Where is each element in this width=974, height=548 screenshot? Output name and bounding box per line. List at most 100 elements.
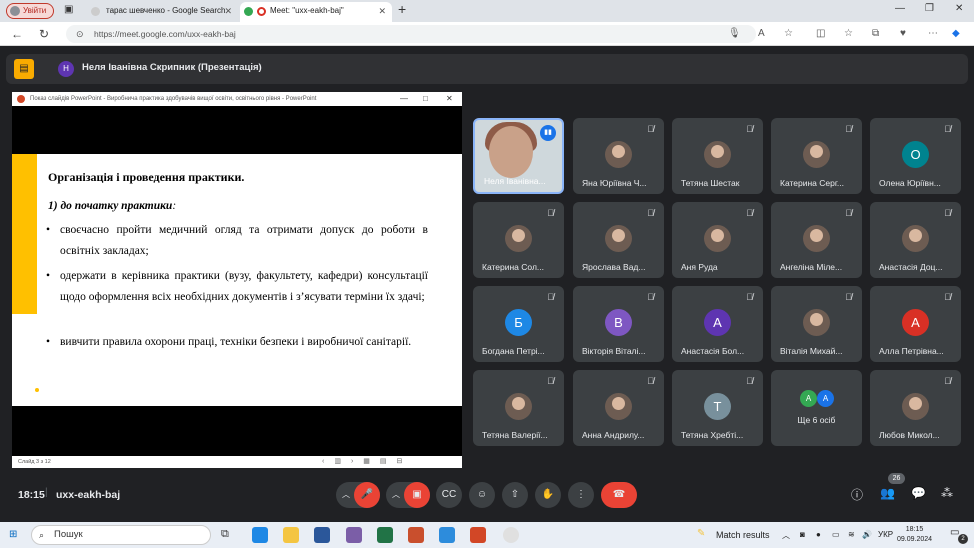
presenter-avatar: Н bbox=[58, 61, 74, 77]
profile-button[interactable]: Увійти bbox=[6, 3, 54, 19]
participant-tile[interactable]: 🎙̸ А Алла Петрівна... bbox=[870, 286, 961, 362]
clock[interactable]: 18:15 09.09.2024 bbox=[897, 525, 932, 545]
mic-muted-icon: 🎙̸ bbox=[845, 124, 852, 134]
word-app-icon[interactable] bbox=[314, 527, 330, 543]
chrome-app-icon[interactable] bbox=[503, 527, 519, 543]
ppt-close-icon[interactable]: ✕ bbox=[446, 92, 453, 106]
participant-tile[interactable]: 🎙̸ Ангеліна Міле... bbox=[771, 202, 862, 278]
participant-tile[interactable]: 🎙̸ Т Тетяна Хребті... bbox=[672, 370, 763, 446]
camera-control[interactable]: ︿ ▣ bbox=[386, 482, 430, 508]
language-indicator[interactable]: УКР bbox=[878, 530, 893, 539]
mic-muted-icon: 🎙̸ bbox=[746, 376, 753, 386]
powerpoint-app-icon[interactable] bbox=[470, 527, 486, 543]
battery-icon[interactable]: ▭ bbox=[832, 530, 840, 539]
ppt-minimize-icon[interactable]: — bbox=[400, 92, 408, 106]
chat-icon[interactable]: 💬 bbox=[911, 486, 926, 500]
leave-call-button[interactable]: ☎ bbox=[601, 482, 637, 508]
tab-meet[interactable]: Meet: "uxx-eakh-baj" ✕ bbox=[240, 2, 392, 22]
extensions-icon[interactable]: ♥ bbox=[900, 28, 906, 39]
close-window-icon[interactable]: ✕ bbox=[955, 3, 963, 14]
more-options-button[interactable]: ⋮ bbox=[568, 482, 594, 508]
mic-muted-icon: 🎙̸ bbox=[845, 292, 852, 302]
participant-tile[interactable]: 🎙̸ В Вікторія Віталі... bbox=[573, 286, 664, 362]
edge-active-app-icon[interactable] bbox=[439, 527, 455, 543]
participant-tile[interactable]: 🎙̸ Б Богдана Петрі... bbox=[473, 286, 564, 362]
chevron-up-icon[interactable]: ︿ bbox=[336, 482, 356, 508]
windows-start-icon[interactable]: ⊞ bbox=[9, 529, 21, 541]
participant-tile[interactable]: 🎙̸ Любов Микол... bbox=[870, 370, 961, 446]
taskbar-search[interactable]: ⌕ Пошук bbox=[31, 525, 211, 545]
reload-icon[interactable]: ↻ bbox=[39, 27, 49, 41]
raise-hand-button[interactable]: ✋ bbox=[535, 482, 561, 508]
meeting-details-icon[interactable]: ⓘ bbox=[851, 486, 863, 503]
close-tab-icon[interactable]: ✕ bbox=[378, 2, 386, 20]
collections-icon[interactable]: ⧉ bbox=[872, 28, 879, 39]
chevron-up-icon[interactable]: ︿ bbox=[386, 482, 406, 508]
people-icon[interactable]: 👥 bbox=[880, 486, 895, 500]
activities-icon[interactable]: ⁂ bbox=[941, 486, 953, 500]
emoji-button[interactable]: ☺ bbox=[469, 482, 495, 508]
mic-off-icon[interactable]: 🎤 bbox=[354, 482, 380, 508]
tab-google-search[interactable]: тарас шевченко - Google Search ✕ bbox=[86, 2, 238, 22]
site-info-icon[interactable]: ⊙ bbox=[76, 25, 84, 43]
excel-app-icon[interactable] bbox=[377, 527, 393, 543]
mic-muted-icon: 🎙̸ bbox=[746, 124, 753, 134]
tray-app-icon[interactable]: ● bbox=[816, 530, 821, 539]
tab-actions-icon[interactable]: ▣ bbox=[64, 4, 73, 15]
participant-name: Аня Руда bbox=[681, 262, 718, 272]
participant-tile[interactable]: 🎙̸ Анастасія Доц... bbox=[870, 202, 961, 278]
close-tab-icon[interactable]: ✕ bbox=[224, 2, 232, 20]
participant-tile[interactable]: 🎙̸ Віталія Михай... bbox=[771, 286, 862, 362]
mic-muted-icon: 🎙̸ bbox=[746, 292, 753, 302]
captions-button[interactable]: CC bbox=[436, 482, 462, 508]
mic-control[interactable]: ︿ 🎤 bbox=[336, 482, 380, 508]
back-icon[interactable]: ← bbox=[11, 27, 23, 41]
clock-time: 18:15 bbox=[905, 526, 924, 533]
mic-muted-icon: 🎙̸ bbox=[547, 292, 554, 302]
mic-muted-icon: 🎙̸ bbox=[746, 208, 753, 218]
participant-tile[interactable]: 🎙̸ Анна Андрилу... bbox=[573, 370, 664, 446]
participant-tile[interactable]: 🎙̸ О Олена Юріївн... bbox=[870, 118, 961, 194]
participant-name: Анастасія Доц... bbox=[879, 262, 943, 272]
participant-tile[interactable]: 🎙̸ Тетяна Валерії... bbox=[473, 370, 564, 446]
participant-tile[interactable]: 🎙̸ Тетяна Шестак bbox=[672, 118, 763, 194]
more-menu-icon[interactable]: ⋯ bbox=[928, 28, 938, 39]
viber-app-icon[interactable] bbox=[346, 527, 362, 543]
ppt-maximize-icon[interactable]: □ bbox=[423, 92, 428, 106]
minimize-icon[interactable]: — bbox=[895, 3, 905, 14]
task-view-icon[interactable]: ⧉ bbox=[221, 528, 229, 541]
microphone-icon[interactable]: 🎙 bbox=[728, 28, 741, 39]
participant-tile[interactable]: А А Ще 6 осіб bbox=[771, 370, 862, 446]
participant-tile[interactable]: 🎙̸ А Анастасія Бол... bbox=[672, 286, 763, 362]
participant-tile[interactable]: 🎙̸ Аня Руда bbox=[672, 202, 763, 278]
participant-tile[interactable]: 🎙̸ Ярослава Вад... bbox=[573, 202, 664, 278]
meeting-code: uxx-eakh-baj bbox=[56, 489, 121, 501]
participant-tile[interactable]: ▮▮ Неля Іванівна... bbox=[473, 118, 564, 194]
maximize-icon[interactable]: ❐ bbox=[925, 3, 934, 14]
participant-tile[interactable]: 🎙̸ Катерина Сол... bbox=[473, 202, 564, 278]
edge-app-icon[interactable] bbox=[252, 527, 268, 543]
slideshow-nav-icons[interactable]: ‹▥›▦▤⊟ bbox=[322, 456, 412, 468]
present-button[interactable]: ⇧ bbox=[502, 482, 528, 508]
split-screen-icon[interactable]: ◫ bbox=[816, 28, 825, 39]
participant-tile[interactable]: 🎙̸ Катерина Серг... bbox=[771, 118, 862, 194]
wifi-icon[interactable]: ≋ bbox=[848, 530, 855, 539]
file-explorer-icon[interactable] bbox=[283, 527, 299, 543]
participant-name: Віталія Михай... bbox=[780, 346, 843, 356]
address-field[interactable]: ⊙ https://meet.google.com/uxx-eakh-baj bbox=[66, 25, 756, 43]
match-results-label[interactable]: Match results bbox=[716, 530, 770, 540]
presentation-icon[interactable]: ▤ bbox=[14, 59, 34, 79]
winrar-app-icon[interactable] bbox=[408, 527, 424, 543]
favorite-star-icon[interactable]: ☆ bbox=[784, 28, 793, 39]
volume-icon[interactable]: 🔊 bbox=[862, 530, 872, 539]
presentation-bar: ▤ Н Неля Іванівна Скрипник (Презентація) bbox=[6, 54, 968, 84]
participant-tile[interactable]: 🎙̸ Яна Юріївна Ч... bbox=[573, 118, 664, 194]
copilot-icon[interactable]: ◆ bbox=[952, 28, 960, 39]
tray-chevron-icon[interactable]: ︿ bbox=[782, 530, 790, 541]
favorites-icon[interactable]: ☆ bbox=[844, 28, 853, 39]
notification-count: 2 bbox=[958, 534, 968, 544]
new-tab-button[interactable]: + bbox=[398, 1, 406, 17]
read-aloud-icon[interactable]: A bbox=[758, 28, 765, 39]
tray-app-icon[interactable]: ◙ bbox=[800, 530, 805, 539]
camera-off-icon[interactable]: ▣ bbox=[404, 482, 430, 508]
